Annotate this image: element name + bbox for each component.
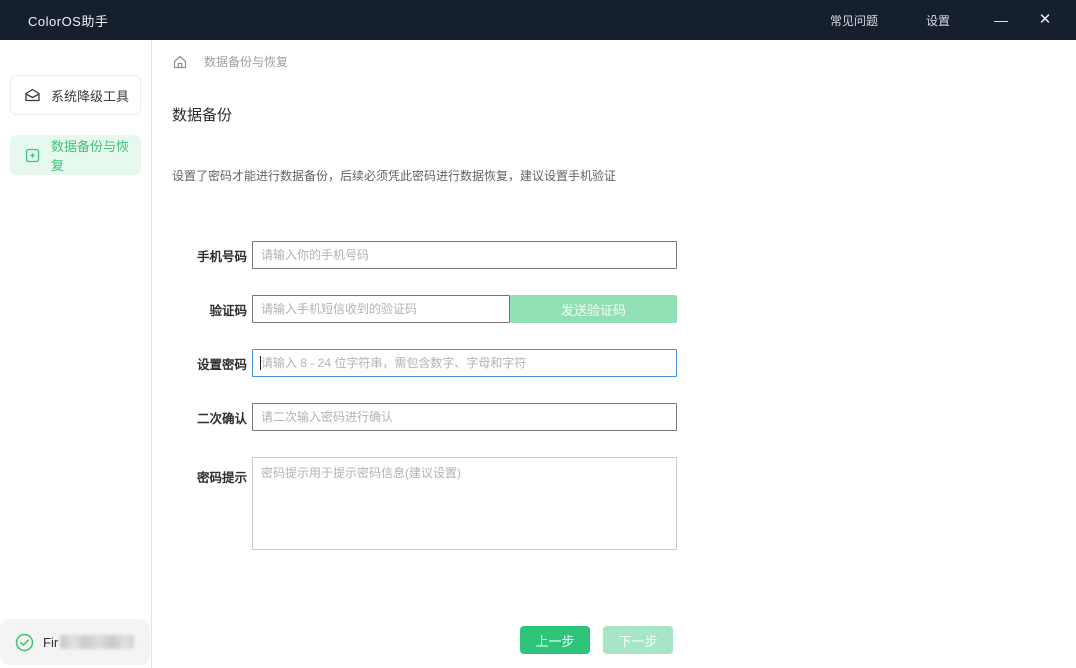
titlebar-actions: 常见问题 设置 — ✕ [830,11,1054,29]
inbox-icon [24,87,41,104]
page-title: 数据备份 [172,104,1076,125]
home-icon[interactable] [172,54,188,70]
backup-form: 手机号码 验证码 发送验证码 设置密码 二次确认 [152,241,1076,654]
previous-step-button[interactable]: 上一步 [520,626,590,654]
sidebar-item-system-downgrade[interactable]: 系统降级工具 [10,75,141,115]
close-icon[interactable]: ✕ [1036,11,1054,29]
send-code-button[interactable]: 发送验证码 [510,295,677,323]
code-label: 验证码 [152,300,247,319]
confirm-label: 二次确认 [152,408,247,427]
check-circle-icon [15,633,34,652]
page-description: 设置了密码才能进行数据备份，后续必须凭此密码进行数据恢复，建议设置手机验证 [172,167,1076,184]
sidebar-item-label: 系统降级工具 [51,86,129,105]
settings-link[interactable]: 设置 [926,12,950,29]
faq-link[interactable]: 常见问题 [830,12,878,29]
phone-label: 手机号码 [152,246,247,265]
text-cursor [260,356,261,370]
hint-label: 密码提示 [152,457,247,486]
set-password-input[interactable] [252,349,677,377]
field-row-confirm-password: 二次确认 [152,403,1076,431]
redacted-text-blur [60,635,134,649]
breadcrumb: 数据备份与恢复 [152,40,1076,70]
next-step-button[interactable]: 下一步 [603,626,673,654]
sidebar-item-data-backup[interactable]: 数据备份与恢复 [10,135,141,175]
minimize-icon[interactable]: — [992,11,1010,29]
confirm-password-input[interactable] [252,403,677,431]
verification-code-input[interactable] [252,295,510,323]
field-row-set-password: 设置密码 [152,349,1076,377]
titlebar: ColorOS助手 常见问题 设置 — ✕ [0,0,1076,40]
sidebar: 系统降级工具 数据备份与恢复 [0,40,152,668]
phone-input[interactable] [252,241,677,269]
password-hint-textarea[interactable] [252,457,677,550]
user-status-card[interactable]: Fir [0,619,150,665]
form-footer: 上一步 下一步 [520,626,1076,654]
backup-plus-icon [24,147,41,164]
breadcrumb-current: 数据备份与恢复 [204,53,288,70]
password-label: 设置密码 [152,354,247,373]
main-body: 系统降级工具 数据备份与恢复 [0,40,1076,668]
device-name: Fir [43,635,134,650]
field-row-verification-code: 验证码 发送验证码 [152,295,1076,323]
field-row-phone: 手机号码 [152,241,1076,269]
field-row-password-hint: 密码提示 [152,457,1076,550]
app-window: ColorOS助手 常见问题 设置 — ✕ 系统降级工具 [0,0,1076,668]
app-title: ColorOS助手 [28,11,108,30]
sidebar-item-label: 数据备份与恢复 [51,136,140,174]
content-area: 数据备份与恢复 数据备份 设置了密码才能进行数据备份，后续必须凭此密码进行数据恢… [152,40,1076,668]
